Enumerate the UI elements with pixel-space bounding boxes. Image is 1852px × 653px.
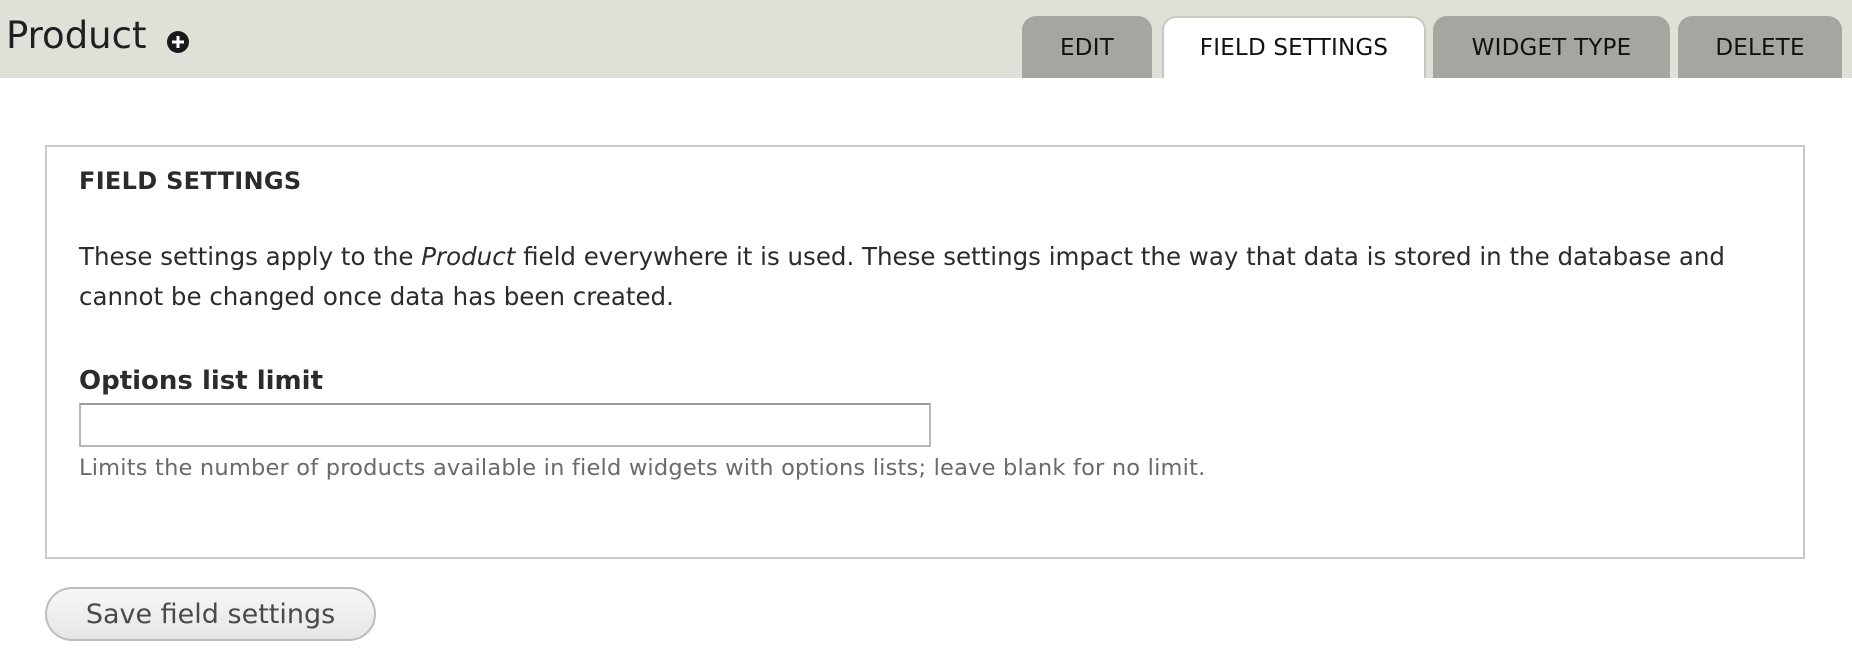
options-list-limit-help: Limits the number of products available … — [79, 455, 1206, 481]
page-header: Product EDIT FIELD SETTINGS WIDGET TYPE … — [0, 0, 1852, 78]
field-settings-fieldset: FIELD SETTINGS These settings apply to t… — [45, 145, 1805, 559]
tab-edit[interactable]: EDIT — [1022, 16, 1152, 78]
description-emphasis: Product — [421, 242, 516, 271]
page-title: Product — [6, 14, 147, 57]
tab-delete[interactable]: DELETE — [1678, 16, 1842, 78]
description-text-start: These settings apply to the — [79, 242, 422, 271]
options-list-limit-label: Options list limit — [79, 366, 323, 396]
options-list-limit-input[interactable] — [79, 403, 931, 447]
tab-widget-type[interactable]: WIDGET TYPE — [1433, 16, 1670, 78]
fieldset-legend: FIELD SETTINGS — [79, 167, 302, 195]
tab-field-settings[interactable]: FIELD SETTINGS — [1162, 16, 1426, 78]
plus-circle-icon[interactable] — [166, 30, 190, 54]
fieldset-description: These settings apply to the Product fiel… — [79, 237, 1779, 317]
save-field-settings-button[interactable]: Save field settings — [45, 587, 376, 641]
